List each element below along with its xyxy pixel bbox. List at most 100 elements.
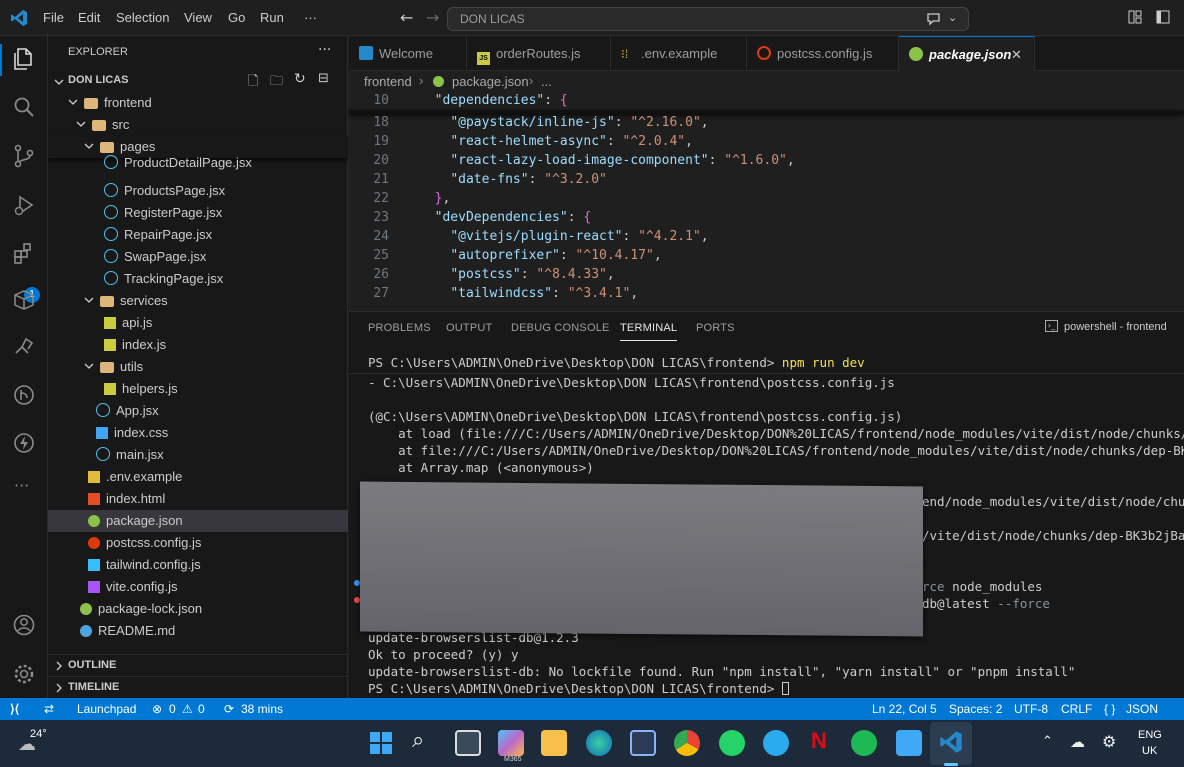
code-editor[interactable]: 10 "dependencies": {18 "@paystack/inline…	[349, 93, 1184, 307]
remote-explorer-icon[interactable]	[10, 286, 38, 314]
settings-gear-icon[interactable]: ⚙	[1102, 732, 1116, 751]
run-debug-icon[interactable]	[10, 191, 38, 219]
microsoft-store-icon[interactable]	[630, 730, 656, 756]
chevron-up-icon[interactable]: ⌃	[1042, 734, 1053, 749]
task-view-icon[interactable]	[455, 730, 481, 756]
tree-file[interactable]: helpers.js	[104, 378, 348, 400]
keyboard-region[interactable]: UK	[1142, 745, 1157, 757]
git-graph-icon[interactable]	[10, 381, 38, 409]
telegram-icon[interactable]	[763, 730, 789, 756]
source-control-icon[interactable]	[10, 142, 38, 170]
tree-file[interactable]: App.jsx	[96, 400, 348, 422]
tree-file[interactable]: SwapPage.jsx	[104, 246, 348, 268]
new-file-icon[interactable]: 🗋	[248, 72, 258, 94]
timeline-section[interactable]: TIMELINE	[48, 676, 348, 698]
tree-file[interactable]: RegisterPage.jsx	[104, 202, 348, 224]
account-icon[interactable]	[10, 611, 38, 639]
breadcrumb-tail[interactable]: ...	[541, 74, 552, 89]
tab-env-example[interactable]: ⁝⁞ .env.example	[611, 36, 747, 71]
notepad-icon[interactable]	[896, 730, 922, 756]
lightning-icon[interactable]	[10, 429, 38, 457]
netflix-icon[interactable]: N	[811, 728, 827, 754]
settings-gear-icon[interactable]	[10, 660, 38, 688]
tree-file[interactable]: index.css	[96, 422, 348, 444]
edge-browser-icon[interactable]	[586, 730, 612, 756]
tree-file[interactable]: ProductDetailPage.jsx	[104, 152, 348, 174]
collapse-all-icon[interactable]: ⊟	[318, 71, 329, 86]
new-folder-icon[interactable]: 🗀	[270, 72, 283, 94]
tab-orderroutes[interactable]: JS orderRoutes.js	[467, 36, 611, 71]
explorer-files-icon[interactable]	[10, 45, 38, 73]
panel-tab-terminal[interactable]: TERMINAL	[620, 322, 678, 341]
chevron-down-icon[interactable]	[54, 77, 64, 87]
tree-file[interactable]: ProductsPage.jsx	[104, 180, 348, 202]
extensions-icon[interactable]	[10, 240, 38, 268]
search-icon[interactable]	[10, 93, 38, 121]
session-time[interactable]: 38 mins	[241, 702, 283, 716]
tab-postcss[interactable]: postcss.config.js	[747, 36, 899, 71]
menu-view[interactable]: View	[184, 10, 212, 25]
tree-file[interactable]: vite.config.js	[88, 576, 348, 598]
more-views-icon[interactable]: ···	[14, 476, 29, 495]
onedrive-cloud-icon[interactable]: ☁	[1070, 733, 1085, 751]
toggle-sidebar-icon[interactable]	[1156, 10, 1170, 24]
layout-panel-icon[interactable]	[1128, 10, 1142, 24]
back-arrow-icon[interactable]: ←	[400, 8, 413, 27]
testing-flask-icon[interactable]	[10, 333, 38, 361]
tab-package-json[interactable]: package.json ✕	[899, 36, 1035, 71]
tree-file[interactable]: postcss.config.js	[88, 532, 348, 554]
warning-count[interactable]: 0	[198, 702, 205, 716]
file-explorer-icon[interactable]	[541, 730, 567, 756]
tree-folder[interactable]: utils	[84, 356, 348, 378]
tree-file[interactable]: package.json	[48, 510, 348, 532]
vscode-taskbar-icon[interactable]	[939, 730, 963, 754]
panel-tab-output[interactable]: OUTPUT	[446, 322, 492, 334]
language-mode[interactable]: JSON	[1126, 702, 1158, 716]
tree-file[interactable]: README.md	[80, 620, 348, 642]
menu-go[interactable]: Go	[228, 10, 245, 25]
chrome-icon[interactable]	[674, 730, 700, 756]
panel-tab-ports[interactable]: PORTS	[696, 322, 735, 334]
copilot-chat-icon[interactable]	[926, 11, 942, 27]
tree-file[interactable]: index.js	[104, 334, 348, 356]
breadcrumb-folder[interactable]: frontend	[364, 74, 412, 89]
remote-indicator-icon[interactable]: ⟩⟨	[10, 702, 19, 716]
tree-folder[interactable]: frontend	[68, 92, 348, 114]
weather-temperature[interactable]: 24°	[30, 728, 47, 740]
menu-selection[interactable]: Selection	[116, 10, 169, 25]
command-center-search[interactable]: DON LICAS ⌄	[447, 7, 969, 31]
refresh-icon[interactable]: ↻	[294, 71, 306, 87]
cursor-position[interactable]: Ln 22, Col 5	[872, 702, 937, 716]
outline-section[interactable]: OUTLINE	[48, 654, 348, 676]
launchpad-button[interactable]: Launchpad	[77, 702, 136, 716]
spotify-icon[interactable]	[851, 730, 877, 756]
chevron-down-icon[interactable]: ⌄	[948, 11, 957, 24]
panel-tab-debug-console[interactable]: DEBUG CONSOLE	[511, 322, 610, 334]
terminal-shell-name[interactable]: powershell - frontend	[1064, 321, 1167, 333]
language-code[interactable]: ENG	[1138, 729, 1162, 741]
panel-tab-problems[interactable]: PROBLEMS	[368, 322, 431, 334]
microsoft365-icon[interactable]	[498, 730, 524, 756]
tree-file[interactable]: tailwind.config.js	[88, 554, 348, 576]
menu-edit[interactable]: Edit	[78, 10, 100, 25]
tree-folder[interactable]: src	[76, 114, 348, 136]
tree-file[interactable]: api.js	[104, 312, 348, 334]
encoding[interactable]: UTF-8	[1014, 702, 1048, 716]
close-icon[interactable]: ✕	[1011, 37, 1022, 72]
tree-file[interactable]: RepairPage.jsx	[104, 224, 348, 246]
indentation[interactable]: Spaces: 2	[949, 702, 1002, 716]
explorer-more-icon[interactable]: ···	[318, 42, 331, 58]
breadcrumb-file[interactable]: package.json	[452, 74, 529, 89]
tree-folder[interactable]: services	[84, 290, 348, 312]
whatsapp-icon[interactable]	[719, 730, 745, 756]
tree-file[interactable]: .env.example	[88, 466, 348, 488]
menu-more[interactable]: ···	[304, 10, 317, 25]
menu-file[interactable]: File	[43, 10, 64, 25]
tree-file[interactable]: TrackingPage.jsx	[104, 268, 348, 290]
tab-welcome[interactable]: Welcome	[349, 36, 467, 71]
workspace-root[interactable]: DON LICAS	[68, 74, 129, 86]
menu-run[interactable]: Run	[260, 10, 284, 25]
tree-file[interactable]: main.jsx	[96, 444, 348, 466]
search-icon[interactable]: ⌕	[412, 728, 424, 753]
tree-file[interactable]: package-lock.json	[80, 598, 348, 620]
